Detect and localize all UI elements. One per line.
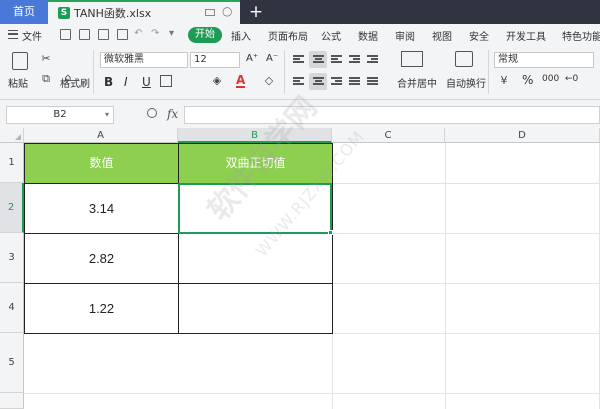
font-size-select[interactable]: 12	[190, 52, 240, 68]
print-icon[interactable]	[117, 29, 128, 40]
paste-icon[interactable]	[12, 52, 28, 70]
document-tab[interactable]: S TANH函数.xlsx ○	[48, 0, 240, 24]
divider	[284, 50, 285, 94]
comma-style-button[interactable]: 000	[542, 74, 559, 84]
font-shrink-button[interactable]: A⁻	[266, 53, 278, 64]
title-tab-bar: 首页 S TANH函数.xlsx ○ +	[0, 0, 600, 24]
redo-icon[interactable]: ↷	[151, 28, 159, 39]
quick-access-dropdown-icon[interactable]: ▾	[169, 28, 174, 39]
insert-function-button[interactable]: fx	[167, 107, 178, 121]
row-header-6[interactable]	[0, 393, 24, 409]
wrap-text-button[interactable]: 自动换行	[446, 75, 486, 90]
align-middle-icon	[313, 55, 324, 65]
align-top-icon[interactable]	[293, 55, 304, 65]
name-box-value: B2	[53, 109, 67, 120]
align-center-button[interactable]	[309, 73, 327, 90]
document-tab-title: TANH函数.xlsx	[74, 7, 152, 20]
cell-a4[interactable]: 1.22	[24, 283, 179, 334]
gridline	[24, 393, 600, 394]
cell-a1[interactable]: 数值	[24, 143, 179, 184]
menu-tab-features[interactable]: 特色功能	[562, 28, 600, 43]
open-folder-icon[interactable]	[60, 29, 71, 40]
bold-button[interactable]: B	[104, 75, 113, 89]
currency-icon[interactable]: ¥	[497, 74, 511, 88]
gridline	[332, 283, 600, 284]
percent-button[interactable]: %	[522, 73, 533, 87]
print-preview-icon[interactable]	[98, 29, 109, 40]
align-middle-button[interactable]	[309, 51, 327, 68]
align-bottom-icon[interactable]	[331, 55, 342, 65]
gridline	[332, 233, 600, 234]
chevron-down-icon[interactable]: ▾	[105, 107, 109, 123]
menu-tab-security[interactable]: 安全	[469, 28, 489, 43]
menu-tab-developer[interactable]: 开发工具	[506, 28, 546, 43]
menu-icon[interactable]	[8, 30, 18, 39]
border-icon[interactable]	[160, 75, 172, 87]
file-menu[interactable]: 文件	[22, 28, 42, 43]
font-family-select[interactable]: 微软雅黑	[100, 52, 188, 68]
merge-center-button[interactable]: 合并居中	[397, 75, 437, 90]
menu-bar: 文件 ↶ ↷ ▾ 开始 插入 页面布局 公式 数据 审阅 视图 安全 开发工具 …	[0, 24, 600, 46]
decrease-indent-icon[interactable]	[349, 55, 360, 65]
row-header-4[interactable]: 4	[0, 283, 24, 333]
align-left-icon[interactable]	[293, 77, 304, 87]
italic-button[interactable]: I	[124, 75, 128, 89]
divider	[488, 50, 489, 94]
fill-color-icon[interactable]: ◈	[210, 74, 224, 88]
column-header-a[interactable]: A	[24, 128, 178, 143]
copy-icon[interactable]: ⧉	[40, 72, 52, 86]
menu-tab-insert[interactable]: 插入	[231, 28, 251, 43]
select-all-corner[interactable]	[0, 128, 24, 143]
formula-input[interactable]	[184, 106, 600, 124]
undo-icon[interactable]: ↶	[134, 28, 142, 39]
font-color-button[interactable]: A	[236, 74, 246, 88]
cell-b4[interactable]	[178, 283, 333, 334]
clear-format-icon[interactable]: ◇	[262, 74, 276, 88]
menu-tab-page-layout[interactable]: 页面布局	[268, 28, 308, 43]
align-center-icon	[313, 77, 324, 87]
zoom-search-icon[interactable]	[147, 108, 157, 118]
monitor-icon[interactable]	[205, 9, 215, 16]
row-header-2[interactable]: 2	[0, 183, 24, 233]
row-header-5[interactable]: 5	[0, 333, 24, 393]
home-tab[interactable]: 首页	[0, 0, 48, 24]
menu-tab-data[interactable]: 数据	[358, 28, 378, 43]
menu-tab-start[interactable]: 开始	[188, 27, 222, 43]
paste-button[interactable]: 粘贴	[8, 75, 28, 90]
justify-icon[interactable]	[349, 77, 360, 87]
cell-b3[interactable]	[178, 233, 333, 284]
wrap-text-icon[interactable]	[455, 51, 473, 67]
row-header-1[interactable]: 1	[0, 143, 24, 183]
merge-center-icon[interactable]	[401, 51, 423, 67]
gridline	[332, 183, 600, 184]
cell-a2[interactable]: 3.14	[24, 183, 179, 234]
format-painter-button[interactable]: 格式刷	[60, 75, 90, 90]
menu-tab-formulas[interactable]: 公式	[321, 28, 341, 43]
close-tab-icon[interactable]: ○	[222, 4, 232, 18]
cell-a3[interactable]: 2.82	[24, 233, 179, 284]
distributed-align-icon[interactable]	[367, 77, 378, 87]
menu-tab-review[interactable]: 审阅	[395, 28, 415, 43]
font-grow-button[interactable]: A⁺	[246, 53, 258, 64]
new-tab-button[interactable]: +	[246, 1, 266, 23]
increase-decimal-icon[interactable]: ←0	[565, 74, 578, 84]
row-header-3[interactable]: 3	[0, 233, 24, 283]
divider	[93, 50, 94, 94]
number-format-select[interactable]: 常规	[494, 52, 594, 68]
name-box[interactable]: B2 ▾	[6, 106, 114, 124]
menu-tab-view[interactable]: 视图	[432, 28, 452, 43]
save-icon[interactable]	[79, 29, 90, 40]
underline-button[interactable]: U	[142, 75, 151, 89]
spreadsheet-icon: S	[58, 7, 70, 19]
cut-icon[interactable]: ✂	[40, 52, 52, 66]
align-right-icon[interactable]	[331, 77, 342, 87]
increase-indent-icon[interactable]	[367, 55, 378, 65]
fill-handle[interactable]	[328, 230, 333, 235]
column-header-d[interactable]: D	[445, 128, 600, 143]
